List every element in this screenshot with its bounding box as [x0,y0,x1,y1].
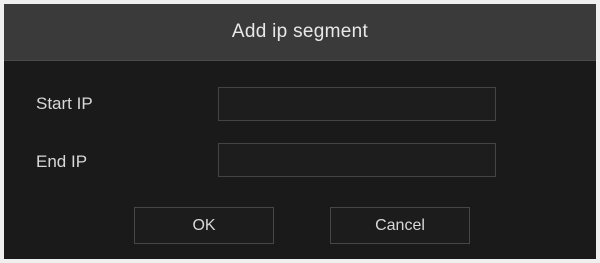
ok-button[interactable]: OK [134,207,274,244]
end-ip-label: End IP [36,152,88,171]
end-ip-input[interactable] [218,143,496,177]
start-ip-label: Start IP [36,94,93,113]
add-ip-segment-dialog: Add ip segment Start IP End IP OK Cancel [0,0,600,263]
dialog-title: Add ip segment [231,21,369,42]
start-ip-input[interactable] [218,87,496,121]
dialog-title-bar: Add ip segment [4,4,596,61]
cancel-button[interactable]: Cancel [330,207,470,244]
dialog-body: Start IP End IP OK Cancel [4,61,596,259]
